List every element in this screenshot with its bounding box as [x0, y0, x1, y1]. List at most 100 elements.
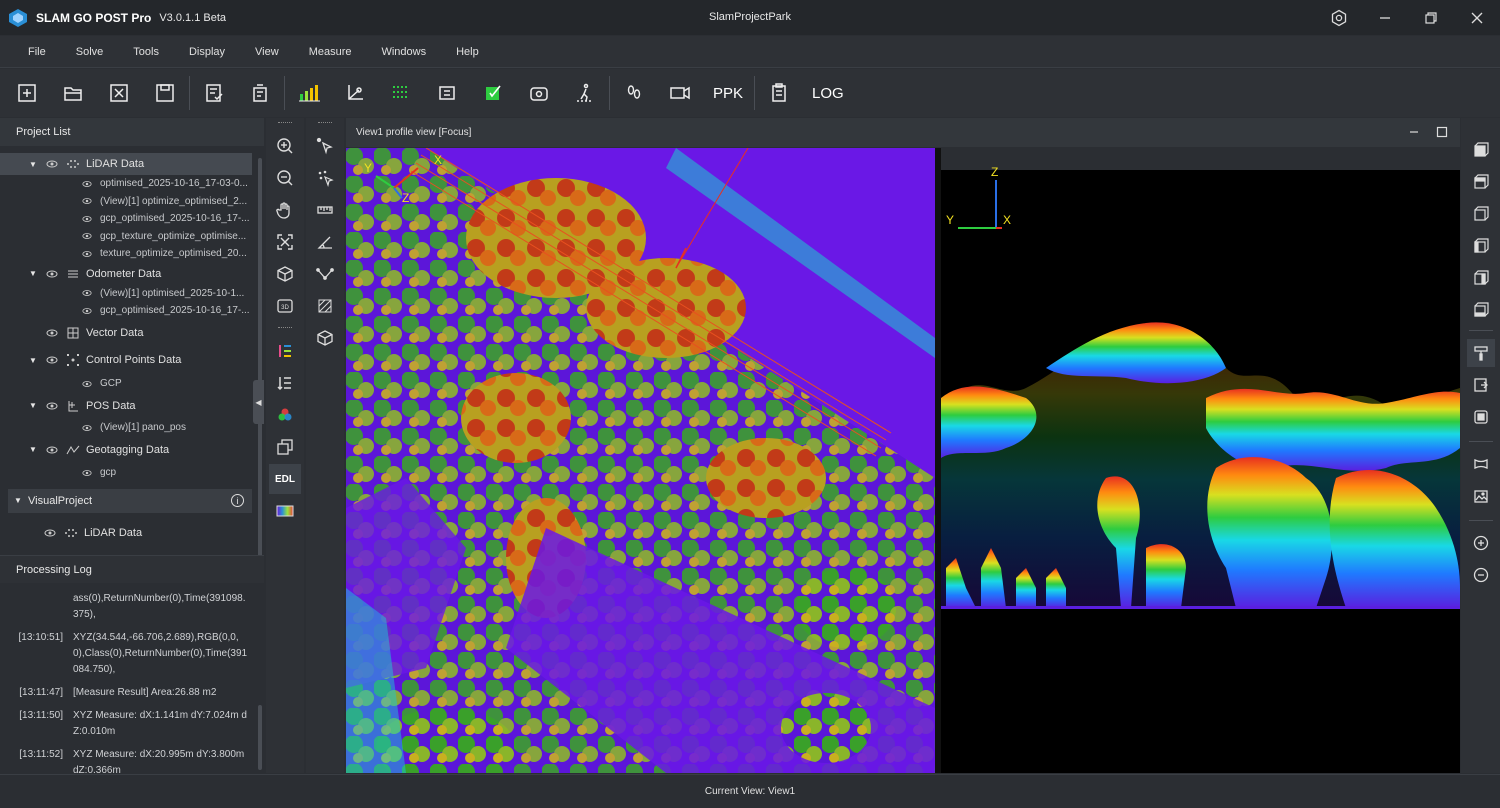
save-button[interactable] — [142, 71, 188, 115]
eye-icon[interactable] — [82, 306, 92, 316]
menu-measure[interactable]: Measure — [295, 46, 366, 58]
zoom-out-icon[interactable] — [269, 163, 301, 193]
tree-vp-lidar-data[interactable]: LiDAR Data — [0, 522, 264, 544]
eye-icon[interactable] — [44, 527, 56, 539]
ruler-icon[interactable] — [309, 195, 341, 225]
eye-icon[interactable] — [46, 327, 58, 339]
expand-arrow-icon[interactable]: ▼ — [28, 356, 38, 365]
axis-transform-icon[interactable] — [332, 71, 378, 115]
view-maximize-button[interactable] — [1436, 126, 1448, 141]
expand-arrow-icon[interactable]: ▼ — [14, 496, 22, 505]
collapse-panel-button[interactable]: ◀ — [253, 380, 264, 424]
view-bottom-cube-icon[interactable] — [1467, 296, 1495, 324]
tree-child-item[interactable]: gcp_optimised_2025-10-16_17-... — [0, 302, 264, 320]
expand-arrow-icon[interactable]: ▼ — [28, 160, 38, 169]
grid-points-icon[interactable] — [378, 71, 424, 115]
rgb-color-icon[interactable] — [269, 400, 301, 430]
close-project-button[interactable] — [96, 71, 142, 115]
menu-view[interactable]: View — [241, 46, 293, 58]
panorama-icon[interactable] — [516, 71, 562, 115]
check-list-button[interactable] — [191, 71, 237, 115]
polyline-measure-icon[interactable] — [309, 259, 341, 289]
process-button[interactable] — [237, 71, 283, 115]
view-back-cube-icon[interactable] — [1467, 200, 1495, 228]
ppk-button[interactable]: PPK — [703, 71, 753, 115]
tree-child-item[interactable]: gcp — [0, 462, 264, 484]
zoom-in-circle-icon[interactable] — [1467, 529, 1495, 557]
area-hatch-icon[interactable] — [309, 291, 341, 321]
eye-icon[interactable] — [82, 379, 92, 389]
menu-display[interactable]: Display — [175, 46, 239, 58]
tree-child-item[interactable]: texture_optimize_optimised_20... — [0, 245, 264, 263]
eye-icon[interactable] — [46, 268, 58, 280]
export-view-icon[interactable] — [1467, 371, 1495, 399]
3d-view-icon[interactable]: 3D — [269, 291, 301, 321]
footprints-icon[interactable] — [611, 71, 657, 115]
walk-path-icon[interactable] — [562, 71, 608, 115]
eye-icon[interactable] — [46, 444, 58, 456]
view-left-cube-icon[interactable] — [1467, 232, 1495, 260]
zoom-out-circle-icon[interactable] — [1467, 561, 1495, 589]
menu-tools[interactable]: Tools — [119, 46, 173, 58]
view-split-divider[interactable] — [935, 148, 941, 773]
tree-child-item[interactable]: optimised_2025-10-16_17-03-0... — [0, 175, 264, 193]
expand-arrow-icon[interactable]: ▼ — [28, 401, 38, 410]
tree-child-item[interactable]: gcp_texture_optimize_optimise... — [0, 228, 264, 246]
eye-icon[interactable] — [82, 231, 92, 241]
menu-solve[interactable]: Solve — [62, 46, 118, 58]
eye-icon[interactable] — [82, 196, 92, 206]
point-cloud-canvas[interactable]: Y X Z Z Y X — [346, 147, 1460, 788]
crop-frame-icon[interactable] — [424, 71, 470, 115]
view-front-cube-icon[interactable] — [1467, 168, 1495, 196]
volume-cube-icon[interactable] — [309, 323, 341, 353]
tree-vector-data[interactable]: Vector Data — [0, 320, 264, 347]
view-top-cube-icon[interactable] — [1467, 136, 1495, 164]
expand-arrow-icon[interactable]: ▼ — [28, 269, 38, 278]
settings-icon[interactable] — [1316, 0, 1362, 35]
visual-project-header[interactable]: ▼ VisualProject i — [8, 488, 252, 513]
tree-child-item[interactable]: gcp_optimised_2025-10-16_17-... — [0, 210, 264, 228]
view-minimize-button[interactable] — [1408, 126, 1420, 141]
select-pointer-icon[interactable] — [309, 131, 341, 161]
tree-scrollbar[interactable] — [258, 158, 262, 558]
menu-file[interactable]: File — [0, 46, 60, 58]
edit-check-icon[interactable] — [470, 71, 516, 115]
fit-extent-icon[interactable] — [269, 227, 301, 257]
log-button[interactable]: LOG — [802, 71, 854, 115]
tree-lidar-data[interactable]: ▼ LiDAR Data — [0, 153, 252, 175]
angle-measure-icon[interactable] — [309, 227, 341, 257]
gradient-palette-icon[interactable] — [269, 496, 301, 526]
snapshot-cube-icon[interactable] — [1467, 403, 1495, 431]
open-folder-button[interactable] — [50, 71, 96, 115]
eye-icon[interactable] — [46, 400, 58, 412]
eye-icon[interactable] — [82, 468, 92, 478]
close-button[interactable] — [1454, 0, 1500, 35]
point-pick-icon[interactable] — [309, 163, 341, 193]
tree-control-points[interactable]: ▼ Control Points Data — [0, 347, 264, 374]
tree-child-item[interactable]: (View)[1] pano_pos — [0, 418, 264, 438]
eye-icon[interactable] — [82, 423, 92, 433]
eye-icon[interactable] — [82, 288, 92, 298]
pan-hand-icon[interactable] — [269, 195, 301, 225]
tree-odometer-data[interactable]: ▼ Odometer Data — [0, 263, 264, 285]
tree-child-item[interactable]: GCP — [0, 374, 264, 394]
screenshot-icon[interactable] — [1467, 482, 1495, 510]
eye-icon[interactable] — [46, 354, 58, 366]
profile-frame-icon[interactable] — [1467, 450, 1495, 478]
layers-copy-icon[interactable] — [269, 432, 301, 462]
viewport-3d[interactable]: Y X Z Z Y X — [346, 147, 1460, 788]
menu-help[interactable]: Help — [442, 46, 493, 58]
clipboard-icon[interactable] — [756, 71, 802, 115]
log-scrollbar[interactable] — [258, 705, 262, 770]
tree-child-item[interactable]: (View)[1] optimised_2025-10-1... — [0, 285, 264, 303]
eye-icon[interactable] — [82, 249, 92, 259]
maximize-button[interactable] — [1408, 0, 1454, 35]
eye-icon[interactable] — [82, 179, 92, 189]
info-icon[interactable]: i — [231, 494, 244, 507]
tree-child-item[interactable]: (View)[1] optimize_optimised_2... — [0, 193, 264, 211]
menu-windows[interactable]: Windows — [367, 46, 440, 58]
tree-pos-data[interactable]: ▼ POS Data — [0, 394, 264, 418]
zoom-in-icon[interactable] — [269, 131, 301, 161]
eye-icon[interactable] — [82, 214, 92, 224]
cube-view-icon[interactable] — [269, 259, 301, 289]
